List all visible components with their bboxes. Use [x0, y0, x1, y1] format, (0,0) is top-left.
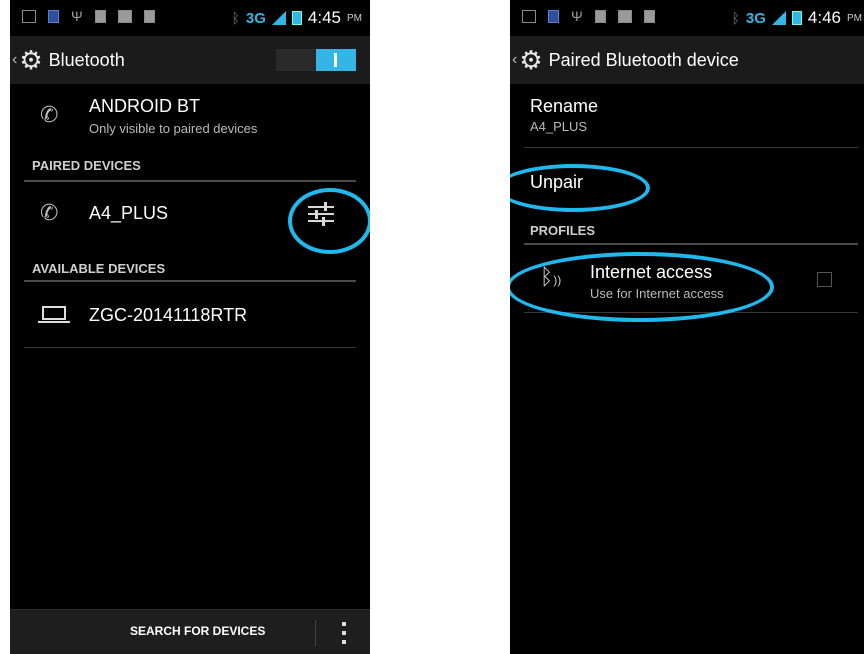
- divider: [24, 180, 356, 182]
- toggle-knob: [316, 49, 356, 71]
- bluetooth-settings-screen: Ψ ᛒ 3G 4:45 PM ‹ ⚙ Bluetooth ✆ ANDROID B…: [10, 0, 370, 654]
- page-title: Bluetooth: [48, 49, 125, 70]
- rename-label: Rename: [530, 96, 599, 116]
- action-bar: ‹ ⚙ Bluetooth: [10, 36, 370, 84]
- bluetooth-status-icon: ᛒ: [231, 10, 240, 26]
- device-name: ANDROID BT: [89, 96, 201, 116]
- overflow-menu-icon[interactable]: [342, 622, 346, 644]
- notification-icons: Ψ: [22, 8, 155, 24]
- battery-icon: [291, 11, 302, 25]
- clock: 4:45: [307, 8, 341, 27]
- notification-icon: [548, 10, 559, 23]
- signal-icon: [771, 11, 786, 25]
- profile-checkbox[interactable]: [817, 272, 832, 287]
- signal-icon: [271, 11, 286, 25]
- settings-gear-icon[interactable]: ⚙: [19, 47, 42, 73]
- device-visibility-item[interactable]: ✆ ANDROID BT Only visible to paired devi…: [10, 84, 370, 144]
- phone-icon: ✆: [40, 102, 59, 127]
- paired-devices-header: PAIRED DEVICES: [32, 158, 141, 173]
- search-for-devices-button[interactable]: SEARCH FOR DEVICES: [130, 624, 265, 638]
- page-title: Paired Bluetooth device: [548, 49, 739, 70]
- usb-icon: Ψ: [571, 8, 583, 24]
- bluetooth-status-icon: ᛒ: [731, 10, 740, 26]
- network-type: 3G: [245, 9, 266, 27]
- phone-icon: ✆: [40, 200, 59, 225]
- bottom-action-bar: SEARCH FOR DEVICES: [10, 609, 370, 654]
- status-bar: Ψ ᛒ 3G 4:45 PM: [10, 0, 370, 36]
- action-bar: ‹ ⚙ Paired Bluetooth device: [510, 36, 864, 84]
- bluetooth-toggle[interactable]: [276, 49, 356, 71]
- clock: 4:46: [807, 8, 841, 27]
- status-bar: Ψ ᛒ 3G 4:46 PM: [510, 0, 864, 36]
- divider: [315, 620, 316, 646]
- paired-device-name: A4_PLUS: [89, 203, 169, 223]
- divider: [524, 243, 858, 245]
- sim-icon: [22, 10, 36, 23]
- laptop-icon: [38, 306, 70, 323]
- highlight-circle: [510, 252, 774, 322]
- notification-icon: [643, 10, 655, 23]
- usb-icon: Ψ: [71, 8, 83, 24]
- available-device-item[interactable]: ZGC-20141118RTR: [10, 284, 370, 346]
- divider: [24, 347, 356, 348]
- notification-icon: [143, 10, 155, 23]
- settings-gear-icon[interactable]: ⚙: [519, 47, 542, 73]
- battery-icon: [791, 11, 802, 25]
- image-icon: [117, 10, 132, 23]
- rename-value: A4_PLUS: [530, 119, 588, 134]
- profiles-header: PROFILES: [530, 223, 596, 238]
- available-devices-header: AVAILABLE DEVICES: [32, 261, 166, 276]
- clock-ampm: PM: [847, 12, 862, 24]
- notification-icon: [48, 10, 59, 23]
- divider: [524, 147, 858, 148]
- sim-icon: [522, 10, 536, 23]
- network-type: 3G: [745, 9, 766, 27]
- paired-device-screen: Ψ ᛒ 3G 4:46 PM ‹ ⚙ Paired Bluetooth devi…: [510, 0, 864, 654]
- back-caret-icon[interactable]: ‹: [12, 51, 17, 69]
- device-visibility: Only visible to paired devices: [89, 121, 258, 136]
- image-icon: [617, 10, 632, 23]
- highlight-circle: [288, 188, 370, 254]
- sd-card-icon: [94, 10, 106, 23]
- rename-item[interactable]: Rename A4_PLUS: [510, 88, 864, 146]
- available-device-name: ZGC-20141118RTR: [89, 305, 248, 325]
- clock-ampm: PM: [347, 12, 362, 24]
- sd-card-icon: [594, 10, 606, 23]
- divider: [24, 280, 356, 282]
- back-caret-icon[interactable]: ‹: [512, 51, 517, 69]
- notification-icons: Ψ: [522, 8, 655, 24]
